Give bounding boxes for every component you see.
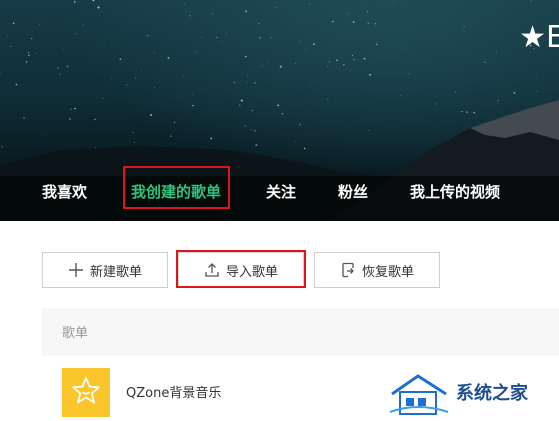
restore-playlist-label: 恢复歌单 <box>361 264 414 280</box>
house-logo-icon <box>389 374 449 415</box>
watermark-text: 系统之家 <box>456 383 528 404</box>
playlist-list-header: 歌单 <box>42 308 559 356</box>
restore-icon <box>340 262 356 278</box>
playlist-title[interactable]: QZone背景音乐 <box>126 382 221 401</box>
restore-playlist-button[interactable]: 恢复歌单 <box>314 252 440 288</box>
new-playlist-label: 新建歌单 <box>89 264 142 280</box>
playlist-column-label: 歌单 <box>62 326 89 341</box>
profile-header-banner: ★E 我喜欢 我创建的歌单 关注 粉丝 我上传的视频 <box>0 0 559 221</box>
plus-icon <box>68 262 84 278</box>
star-face-icon <box>71 376 101 410</box>
upload-icon <box>204 262 220 278</box>
tab-my-favorites[interactable]: 我喜欢 <box>42 181 87 203</box>
playlist-cover[interactable] <box>62 368 110 417</box>
tab-my-created-playlists[interactable]: 我创建的歌单 <box>131 181 221 203</box>
site-watermark: 系统之家 <box>388 372 559 417</box>
tab-following[interactable]: 关注 <box>266 181 296 203</box>
profile-name: ★E <box>519 20 559 55</box>
new-playlist-button[interactable]: 新建歌单 <box>42 252 168 288</box>
tab-followers[interactable]: 粉丝 <box>338 181 368 203</box>
tab-my-uploaded-videos[interactable]: 我上传的视频 <box>410 181 500 203</box>
import-playlist-label: 导入歌单 <box>225 264 278 280</box>
import-playlist-button[interactable]: 导入歌单 <box>178 252 304 288</box>
